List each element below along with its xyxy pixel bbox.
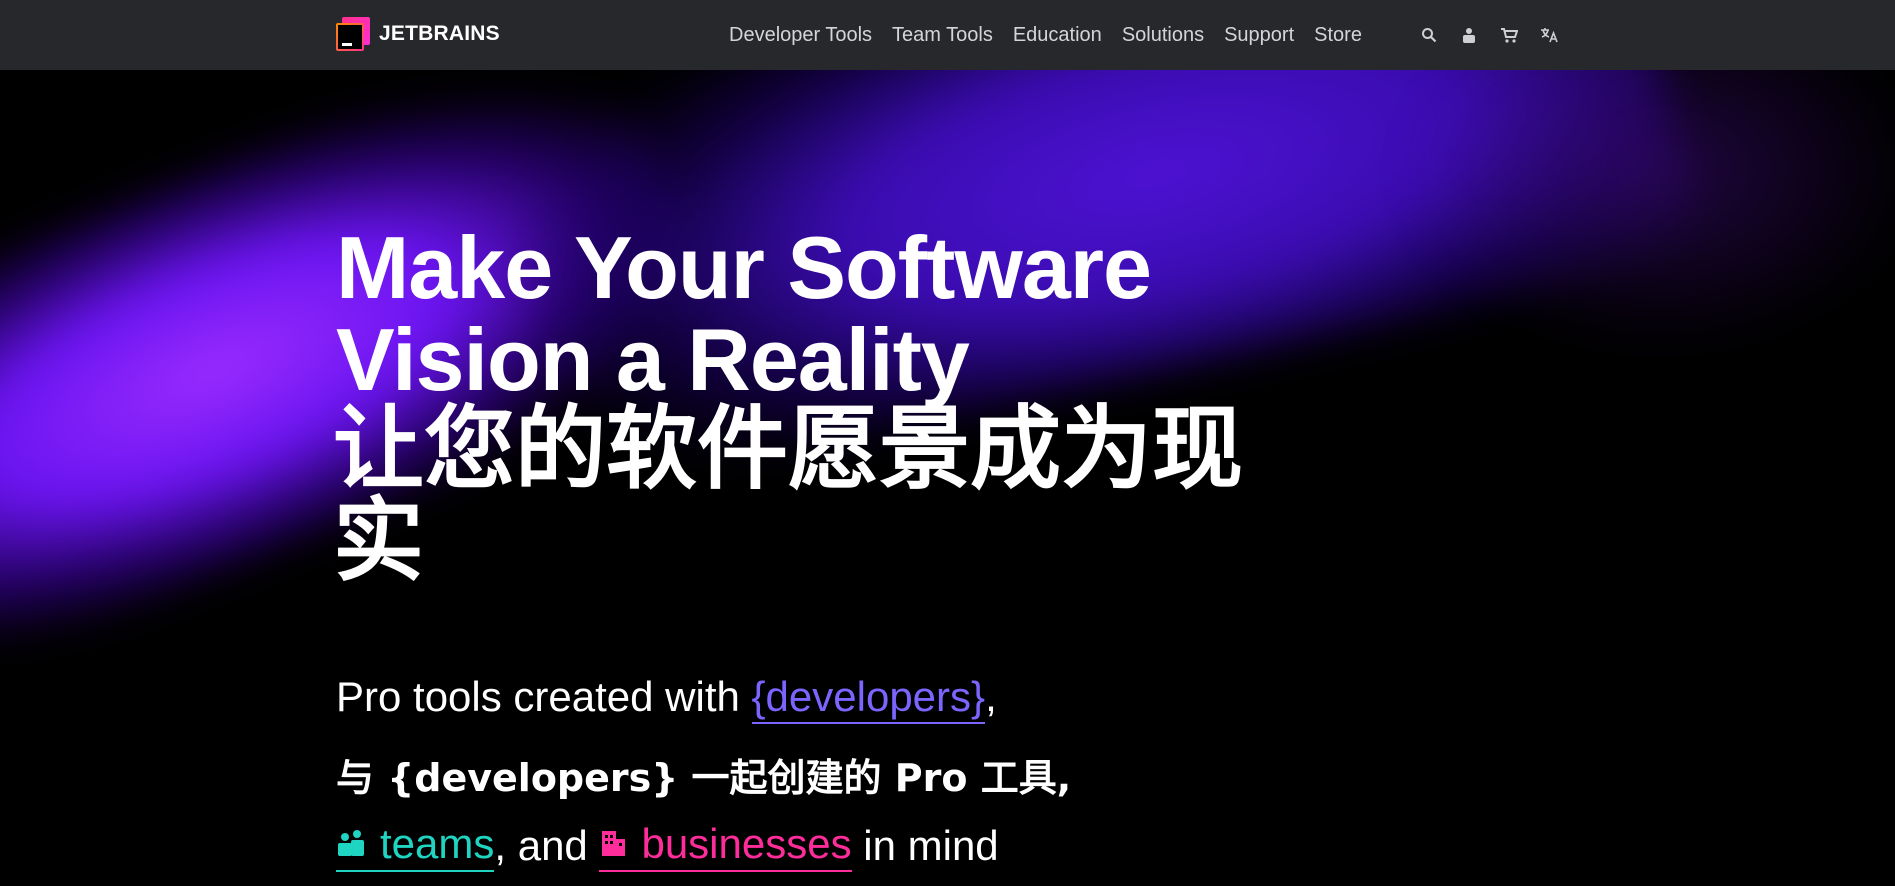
brand-name: JETBRAINS: [379, 22, 500, 45]
nav-team-tools[interactable]: Team Tools: [892, 24, 993, 47]
in-mind-text: in mind: [851, 822, 999, 869]
user-icon[interactable]: [1458, 24, 1480, 46]
hero-tagline-translation: 与 {developers} 一起创建的 Pro 工具,: [336, 756, 1072, 800]
hero-background-glow: [1400, 70, 1895, 350]
nav-education[interactable]: Education: [1013, 24, 1102, 47]
hero-headline: Make Your Software Vision a Reality: [336, 218, 1152, 409]
teams-icon: [336, 820, 366, 868]
main-nav: Developer Tools Team Tools Education Sol…: [729, 0, 1382, 70]
businesses-link-label: businesses: [641, 820, 852, 867]
hero-tagline-audience: teams , and businesses in mind: [336, 820, 999, 872]
hero-tagline: Pro tools created with {developers},: [336, 673, 997, 724]
jetbrains-logo[interactable]: JETBRAINS: [336, 17, 500, 51]
hero-headline-translation: 让您的软件愿景成为现实: [333, 397, 1244, 594]
cart-icon[interactable]: [1498, 24, 1520, 46]
nav-support[interactable]: Support: [1224, 24, 1294, 47]
teams-link-label: teams: [380, 820, 495, 867]
tagline-prefix: Pro tools created with: [336, 673, 752, 720]
search-icon[interactable]: [1418, 24, 1440, 46]
nav-store[interactable]: Store: [1314, 24, 1362, 47]
tagline-comma: ,: [985, 673, 997, 720]
and-text: , and: [494, 822, 600, 869]
teams-link[interactable]: teams: [336, 820, 495, 872]
building-icon: [599, 820, 627, 868]
businesses-link[interactable]: businesses: [599, 820, 852, 872]
translate-icon[interactable]: [1538, 24, 1560, 46]
jetbrains-logo-icon: [336, 17, 370, 51]
developers-link[interactable]: {developers}: [751, 673, 986, 724]
nav-developer-tools[interactable]: Developer Tools: [729, 24, 872, 47]
header-icons: [1418, 0, 1578, 70]
nav-solutions[interactable]: Solutions: [1122, 24, 1204, 47]
top-navigation-bar: JETBRAINS Developer Tools Team Tools Edu…: [0, 0, 1895, 70]
